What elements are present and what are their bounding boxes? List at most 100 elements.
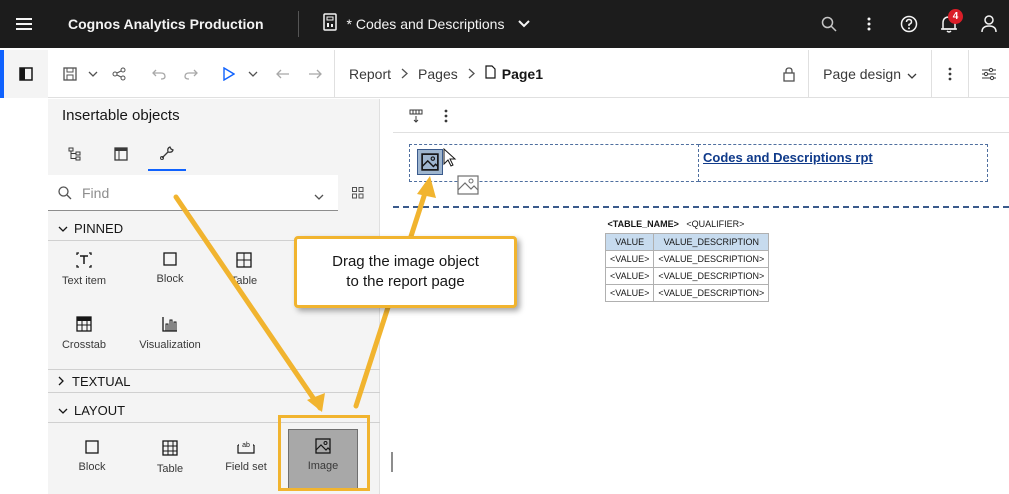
search-input[interactable]: Find — [48, 175, 338, 211]
overflow-menu-icon[interactable] — [433, 99, 459, 133]
table-row: <VALUE> <VALUE_DESCRIPTION> — [604, 249, 770, 268]
report-icon — [322, 12, 337, 36]
search-icon[interactable] — [809, 0, 849, 48]
chevron-right-icon — [401, 66, 409, 82]
insertable-table[interactable]: Table — [212, 251, 276, 305]
divider — [334, 49, 335, 98]
lock-icon[interactable] — [770, 50, 808, 98]
document-title[interactable]: * Codes and Descriptions — [347, 16, 505, 32]
filter-chevron-down-icon[interactable] — [314, 187, 324, 205]
tab-data-items[interactable] — [56, 137, 94, 171]
table-cell[interactable]: <VALUE_DESCRIPTION> — [653, 283, 770, 302]
undo-icon[interactable] — [142, 50, 176, 98]
item-label: Table — [156, 463, 184, 475]
canvas-toolbar — [393, 99, 1009, 133]
item-label: Visualization — [139, 339, 201, 351]
item-label: Block — [78, 461, 106, 473]
user-icon[interactable] — [969, 0, 1009, 48]
section-label: PINNED — [74, 221, 124, 236]
grid-view-icon[interactable] — [337, 175, 379, 211]
insertable-text-item[interactable]: Text item — [52, 251, 116, 305]
tab-source[interactable] — [102, 137, 140, 171]
block-icon — [163, 252, 177, 266]
qualifier-token: <QUALIFIER> — [686, 219, 745, 230]
table-cell[interactable]: <VALUE> — [604, 283, 655, 302]
save-icon[interactable] — [56, 50, 84, 98]
crosstab-icon — [76, 316, 92, 332]
chevron-right-icon — [468, 66, 475, 82]
chevron-down-icon — [58, 408, 68, 414]
search-placeholder: Find — [82, 184, 110, 201]
column-header[interactable]: VALUE_DESCRIPTION — [653, 232, 770, 251]
section-label: TEXTUAL — [72, 373, 131, 389]
breadcrumb-pages[interactable]: Pages — [418, 66, 458, 82]
insertable-field-set[interactable]: ab Field set — [214, 439, 278, 493]
overflow-menu-icon[interactable] — [849, 0, 889, 48]
instruction-callout: Drag the image object to the report page — [294, 236, 517, 308]
block-icon — [85, 440, 99, 454]
drag-ghost-image-icon — [457, 175, 479, 200]
top-bar: Cognos Analytics Production * Codes and … — [0, 0, 1009, 48]
run-options-chevron-icon[interactable] — [244, 50, 262, 98]
section-label: LAYOUT — [74, 403, 126, 418]
insertable-layout-block[interactable]: Block — [60, 439, 124, 493]
insertable-crosstab[interactable]: Crosstab — [52, 315, 116, 369]
help-icon[interactable] — [889, 0, 929, 48]
back-arrow-icon[interactable] — [266, 50, 300, 98]
table-cell[interactable]: <VALUE> — [604, 266, 655, 285]
insert-header-icon[interactable] — [399, 99, 433, 133]
section-textual[interactable]: TEXTUAL — [48, 369, 380, 393]
panel-tabs — [48, 137, 380, 171]
insertable-visualization[interactable]: Visualization — [128, 315, 212, 369]
app-title[interactable]: Cognos Analytics Production — [68, 16, 264, 32]
table-row: <VALUE> <VALUE_DESCRIPTION> — [604, 283, 770, 302]
notifications-icon[interactable]: 4 — [929, 0, 969, 48]
report-list-table[interactable]: <TABLE_NAME> <QUALIFIER> VALUE VALUE_DES… — [604, 216, 770, 302]
chevron-down-icon[interactable] — [518, 15, 531, 33]
table-name-token: <TABLE_NAME> — [607, 219, 679, 230]
editor-toolbar: Report Pages Page1 Page design — [0, 49, 1009, 98]
image-object-highlight — [278, 415, 370, 491]
menu-icon[interactable] — [0, 0, 48, 48]
panel-toggle-icon[interactable] — [0, 49, 48, 98]
mouse-cursor-icon — [443, 147, 457, 173]
breadcrumb: Report Pages Page1 — [349, 65, 543, 82]
item-label: Crosstab — [61, 339, 107, 351]
breadcrumb-report[interactable]: Report — [349, 66, 391, 82]
chevron-right-icon — [58, 376, 64, 386]
notification-count-badge: 4 — [948, 9, 963, 24]
item-label: Text item — [61, 275, 106, 287]
save-menu-chevron-icon[interactable] — [84, 50, 102, 98]
breadcrumb-page1[interactable]: Page1 — [502, 66, 543, 82]
report-title-text[interactable]: Codes and Descriptions rpt — [703, 150, 873, 165]
cognos-report-editor: Cognos Analytics Production * Codes and … — [0, 0, 1009, 494]
tab-toolbox[interactable] — [148, 137, 186, 171]
properties-icon[interactable] — [969, 50, 1009, 98]
run-icon[interactable] — [214, 50, 244, 98]
callout-line-2: to the report page — [346, 273, 465, 290]
column-header[interactable]: VALUE — [604, 232, 655, 251]
visualization-icon — [162, 317, 177, 332]
table-row: <VALUE> <VALUE_DESCRIPTION> — [604, 266, 770, 285]
redo-icon[interactable] — [176, 50, 206, 98]
page-design-dropdown[interactable]: Page design — [809, 66, 931, 82]
insertable-layout-table[interactable]: Table — [138, 439, 202, 493]
page-icon — [485, 65, 496, 82]
insertable-block[interactable]: Block — [138, 251, 202, 305]
top-bar-actions: 4 — [809, 0, 1009, 48]
page-design-label: Page design — [823, 66, 901, 82]
table-cell[interactable]: <VALUE> — [604, 249, 655, 268]
forward-arrow-icon[interactable] — [300, 50, 330, 98]
chevron-down-icon — [58, 226, 68, 232]
callout-line-1: Drag the image object — [332, 253, 479, 270]
share-icon[interactable] — [102, 50, 136, 98]
page-header-divider — [393, 206, 1009, 208]
table-cell[interactable]: <VALUE_DESCRIPTION> — [653, 266, 770, 285]
table-caption: <TABLE_NAME> <QUALIFIER> — [606, 216, 769, 233]
overflow-menu-icon[interactable] — [932, 50, 968, 98]
search-icon — [58, 185, 72, 200]
table-cell[interactable]: <VALUE_DESCRIPTION> — [653, 249, 770, 268]
dropped-image-icon[interactable] — [417, 149, 443, 175]
field-set-icon: ab — [237, 442, 255, 454]
text-item-icon — [76, 252, 92, 268]
